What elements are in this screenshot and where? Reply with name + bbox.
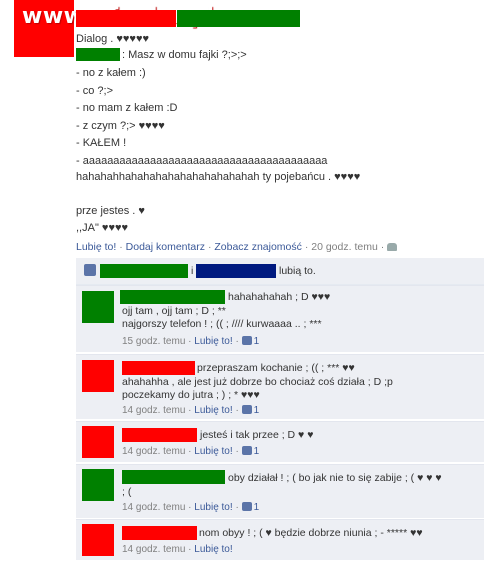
post-actions: Lubię to! · Dodaj komentarz · Zobacz zna… <box>76 241 398 253</box>
post-line: ,,JA" ♥♥♥♥ <box>76 222 129 234</box>
comment-meta: 14 godz. temu · Lubię to! <box>122 544 233 555</box>
liker-name-redacted[interactable] <box>100 264 188 278</box>
comment-like-count[interactable]: 1 <box>241 336 259 347</box>
comment-meta: 14 godz. temu · Lubię to! · 1 <box>122 446 260 457</box>
commenter-name-redacted[interactable] <box>122 361 195 375</box>
post-line: hahahahhahahahahahahahahahahah ty pojeba… <box>76 171 361 183</box>
commenter-name-redacted[interactable] <box>122 470 225 484</box>
like-link[interactable]: Lubię to! <box>76 241 116 253</box>
thumbs-up-icon <box>241 502 252 511</box>
comment-timestamp: 14 godz. temu <box>122 544 186 555</box>
separator: · <box>119 241 123 253</box>
commenter-avatar[interactable] <box>82 360 114 392</box>
post-line: - z czym ?;> ♥♥♥♥ <box>76 120 165 132</box>
liker-name-redacted[interactable] <box>196 264 276 278</box>
comment-like-count[interactable]: 1 <box>241 405 259 416</box>
commenter-name-redacted[interactable] <box>122 428 197 442</box>
comment-text: przepraszam kochanie ; (( ; *** ♥♥ <box>197 362 355 374</box>
comment-text: hahahahahah ; D ♥♥♥ <box>228 291 331 303</box>
comment-meta: 14 godz. temu · Lubię to! · 1 <box>122 502 260 513</box>
commenter-avatar[interactable] <box>82 524 114 556</box>
author-name-redacted[interactable] <box>76 10 176 27</box>
likes-summary: i lubią to. <box>76 258 484 285</box>
speaker-name-redacted <box>76 48 120 61</box>
comment-timestamp: 14 godz. temu <box>122 446 186 457</box>
comment-meta: 14 godz. temu · Lubię to! · 1 <box>122 405 260 416</box>
comment-like-link[interactable]: Lubię to! <box>194 502 232 513</box>
comment-text: ojj tam , ojj tam ; D ; ** <box>122 305 226 317</box>
comment-text: oby działał ! ; ( bo jak nie to się zabi… <box>228 472 442 484</box>
post-timestamp: 20 godz. temu <box>311 241 378 253</box>
comment-text: jesteś i tak przee ; D ♥ ♥ <box>200 429 314 441</box>
see-friendship-link[interactable]: Zobacz znajomość <box>214 241 302 253</box>
post-line: - KAŁEM ! <box>76 137 127 149</box>
comment-text: nom obyy ! ; ( ♥ będzie dobrze niunia ; … <box>199 527 423 539</box>
comment-timestamp: 15 godz. temu <box>122 336 186 347</box>
comment-like-link[interactable]: Lubię to! <box>194 446 232 457</box>
comment-like-link[interactable]: Lubię to! <box>194 405 232 416</box>
comment-item: przepraszam kochanie ; (( ; *** ♥♥ ahaha… <box>76 354 484 419</box>
commenter-name-redacted[interactable] <box>120 290 225 304</box>
thumbs-up-icon <box>241 446 252 455</box>
comment-meta: 15 godz. temu · Lubię to! · 1 <box>122 336 260 347</box>
add-comment-link[interactable]: Dodaj komentarz <box>126 241 205 253</box>
separator: · <box>207 241 212 253</box>
post-line: - no z kałem :) <box>76 67 146 79</box>
comment-timestamp: 14 godz. temu <box>122 502 186 513</box>
separator: · <box>380 241 385 253</box>
post-line: Dialog . ♥♥♥♥♥ <box>76 33 150 45</box>
commenter-avatar[interactable] <box>82 426 114 458</box>
commenter-name-redacted[interactable] <box>122 526 197 540</box>
commenter-avatar[interactable] <box>82 469 114 501</box>
thumbs-up-icon <box>84 264 96 276</box>
comment-text: ; ( <box>122 486 132 498</box>
audience-friends-icon <box>387 243 398 251</box>
commenter-avatar[interactable] <box>82 291 114 323</box>
post-line: : Masz w domu fajki ?;>;> <box>122 49 247 61</box>
comment-item: nom obyy ! ; ( ♥ będzie dobrze niunia ; … <box>76 519 484 560</box>
comment-timestamp: 14 godz. temu <box>122 405 186 416</box>
comment-text: ahahahha , ale jest już dobrze bo chocia… <box>122 376 393 388</box>
comment-like-link[interactable]: Lubię to! <box>194 336 232 347</box>
comment-item: jesteś i tak przee ; D ♥ ♥ 14 godz. temu… <box>76 421 484 462</box>
post-line: - aaaaaaaaaaaaaaaaaaaaaaaaaaaaaaaaaaaaaa… <box>76 155 328 167</box>
separator: · <box>304 241 309 253</box>
thumbs-up-icon <box>241 405 252 414</box>
comment-text: najgorszy telefon ! ; (( ; //// kurwaaaa… <box>122 318 322 330</box>
post-line: - no mam z kałem :D <box>76 102 178 114</box>
post-line: prze jestes . ♥ <box>76 205 145 217</box>
likes-and-text: i <box>191 265 194 277</box>
likes-suffix-text: lubią to. <box>279 265 316 277</box>
comment-item: hahahahahah ; D ♥♥♥ ojj tam , ojj tam ; … <box>76 285 484 352</box>
thumbs-up-icon <box>241 336 252 345</box>
comment-item: oby działał ! ; ( bo jak nie to się zabi… <box>76 464 484 518</box>
post-line: - co ?;> <box>76 85 113 97</box>
comment-like-count[interactable]: 1 <box>241 446 259 457</box>
comment-like-link[interactable]: Lubię to! <box>194 544 232 555</box>
comment-like-count[interactable]: 1 <box>241 502 259 513</box>
friend-name-redacted[interactable] <box>177 10 300 27</box>
comment-text: poczekamy do jutra ; ) ; * ♥♥♥ <box>122 389 260 401</box>
